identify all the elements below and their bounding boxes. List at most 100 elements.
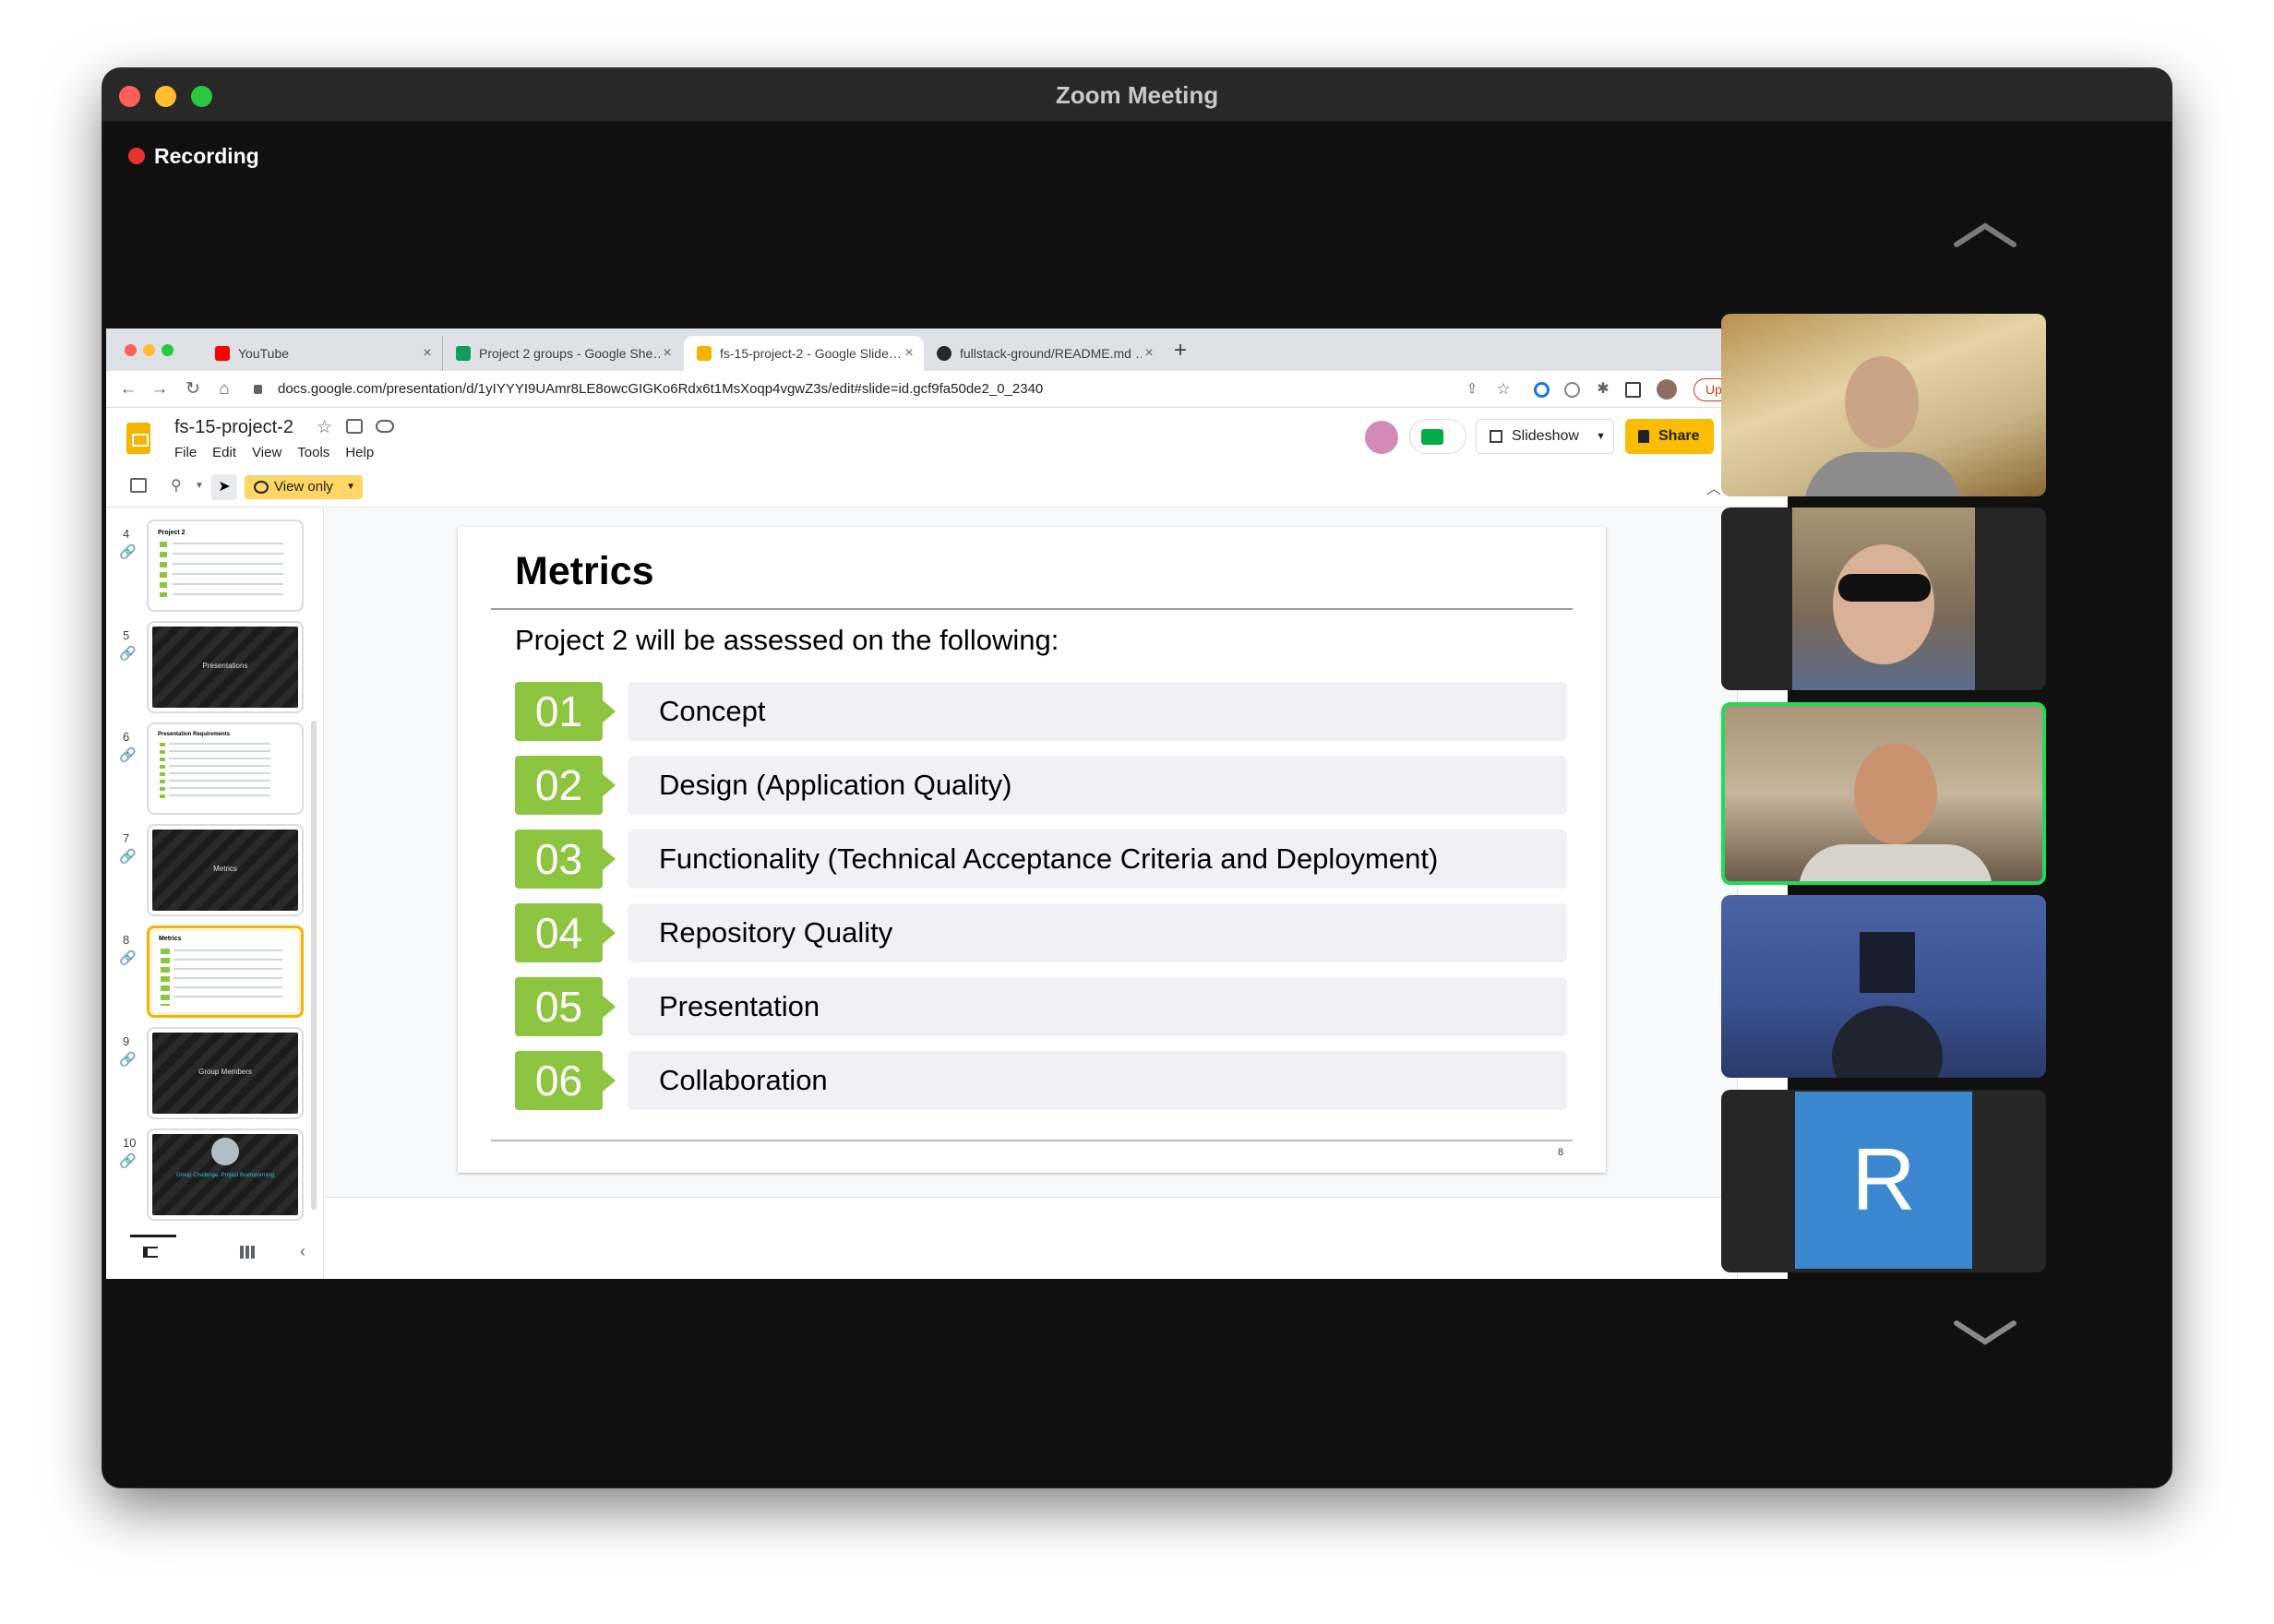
thumb-title: Group Members xyxy=(198,1068,252,1076)
tab-label: fs-15-project-2 - Google Slide… xyxy=(720,346,902,361)
metric-number: 02 xyxy=(515,756,616,815)
doc-title[interactable]: fs-15-project-2 xyxy=(174,417,293,438)
browser-maximize-icon[interactable] xyxy=(162,344,174,356)
browser-minimize-icon[interactable] xyxy=(143,344,155,356)
select-cursor-icon[interactable]: ➤ xyxy=(211,474,237,500)
participant-avatar-tile[interactable]: R xyxy=(1721,1090,2046,1272)
share-button[interactable]: Share xyxy=(1625,419,1714,454)
menu-help[interactable]: Help xyxy=(345,445,374,460)
tab-sheets[interactable]: Project 2 groups - Google She… × xyxy=(442,336,682,371)
thumb-content: Presentation Requirements xyxy=(152,728,298,809)
slideshow-icon xyxy=(1490,430,1502,443)
thumb-title: Metrics xyxy=(213,865,237,873)
slide-thumb-9[interactable]: Group Members xyxy=(147,1027,304,1119)
chevron-down-icon[interactable]: ▼ xyxy=(195,481,204,491)
slide-page-number: 8 xyxy=(1558,1147,1564,1158)
slide-number: 4 xyxy=(123,527,130,541)
menu-edit[interactable]: Edit xyxy=(212,445,236,460)
github-icon xyxy=(937,346,951,361)
thumb-title: Metrics xyxy=(159,936,182,942)
chevron-down-icon: ▼ xyxy=(346,482,355,492)
participant-video-tile-active-speaker[interactable] xyxy=(1721,702,2046,885)
metric-label: Functionality (Technical Acceptance Crit… xyxy=(628,830,1567,889)
scroll-down-chevron-icon[interactable] xyxy=(1953,1320,2017,1347)
move-icon[interactable] xyxy=(346,419,363,434)
tab-close-icon[interactable]: × xyxy=(660,345,675,362)
thumb-content: Metrics xyxy=(152,830,298,911)
menu-file[interactable]: File xyxy=(174,445,197,460)
slide-thumb-10[interactable]: Group Challenge: Project Brainstorming xyxy=(147,1128,304,1221)
slideshow-button[interactable]: Slideshow ▼ xyxy=(1476,419,1614,454)
tab-label: YouTube xyxy=(238,346,290,361)
puzzle-icon[interactable]: ✱ xyxy=(1590,376,1616,402)
menu-tools[interactable]: Tools xyxy=(297,445,329,460)
link-icon: 🔗 xyxy=(119,1052,137,1068)
filmstrip-view-icon[interactable] xyxy=(143,1247,158,1258)
tab-github[interactable]: fullstack-ground/README.md … × xyxy=(924,336,1164,371)
window-title: Zoom Meeting xyxy=(1055,81,1219,109)
profile-avatar[interactable] xyxy=(1657,379,1677,400)
thumb-bullets xyxy=(161,949,170,1006)
collapse-chevron-icon[interactable]: ︿ xyxy=(1706,476,1721,498)
participant-face xyxy=(1854,743,1937,844)
home-icon[interactable]: ⌂ xyxy=(211,376,237,402)
thumb-title: Project 2 xyxy=(158,530,186,536)
extension-icon[interactable] xyxy=(1564,382,1580,398)
participant-head xyxy=(1832,1006,1943,1078)
new-tab-icon[interactable]: + xyxy=(1167,338,1193,364)
tab-close-icon[interactable]: × xyxy=(1142,345,1156,362)
filmstrip-scrollbar[interactable] xyxy=(311,721,317,1210)
address-bar: ← → ↻ ⌂ docs.google.com/presentation/d/1… xyxy=(106,371,1788,408)
grid-view-icon[interactable] xyxy=(240,1246,255,1259)
tab-slides-active[interactable]: fs-15-project-2 - Google Slide… × xyxy=(684,336,924,371)
meet-button[interactable] xyxy=(1409,419,1466,454)
slide-thumb-6[interactable]: Presentation Requirements xyxy=(147,722,304,815)
slide-thumb-8-selected[interactable]: Metrics xyxy=(147,925,304,1018)
forward-icon[interactable]: → xyxy=(147,376,173,402)
slide-thumb-7[interactable]: Metrics xyxy=(147,824,304,916)
slides-logo-icon[interactable] xyxy=(126,423,150,454)
collapse-panel-icon[interactable]: ‹ xyxy=(300,1242,305,1261)
url-input[interactable]: docs.google.com/presentation/d/1yIYYYI9U… xyxy=(278,376,1459,402)
slide-canvas[interactable]: Metrics Project 2 will be assessed on th… xyxy=(458,527,1606,1173)
share-page-icon[interactable]: ⇪ xyxy=(1459,376,1485,402)
participant-video-tile[interactable] xyxy=(1721,895,2046,1078)
zoom-icon[interactable]: ⚲ xyxy=(171,476,182,495)
star-icon[interactable]: ☆ xyxy=(317,417,332,438)
slide-title: Metrics xyxy=(515,549,654,593)
metric-label: Presentation xyxy=(628,977,1567,1036)
metric-number: 01 xyxy=(515,682,616,741)
tab-close-icon[interactable]: × xyxy=(420,345,435,362)
metric-row: 02 Design (Application Quality) xyxy=(515,756,1567,815)
link-icon: 🔗 xyxy=(119,747,137,763)
slide-thumb-4[interactable]: Project 2 xyxy=(147,519,304,612)
eye-icon xyxy=(254,481,269,494)
tab-close-icon[interactable]: × xyxy=(902,345,916,362)
collaborator-avatar[interactable] xyxy=(1365,421,1398,454)
browser-close-icon[interactable] xyxy=(125,344,137,356)
thumb-content: Metrics xyxy=(153,932,297,1011)
chevron-down-icon[interactable]: ▼ xyxy=(1596,420,1606,453)
view-only-button[interactable]: View only ▼ xyxy=(245,475,363,499)
back-icon[interactable]: ← xyxy=(115,376,141,402)
reload-icon[interactable]: ↻ xyxy=(180,376,206,402)
slide-subtitle: Project 2 will be assessed on the follow… xyxy=(515,624,1059,656)
metric-number: 03 xyxy=(515,830,616,889)
sidebar-icon[interactable] xyxy=(1625,382,1641,398)
thumb-title: Presentations xyxy=(202,662,248,670)
extension-icon[interactable] xyxy=(1534,382,1550,398)
sunglasses xyxy=(1838,574,1931,602)
slide-number: 8 xyxy=(123,933,130,947)
participant-video-tile[interactable] xyxy=(1721,508,2046,690)
participant-video-tile[interactable] xyxy=(1721,314,2046,496)
menu-view[interactable]: View xyxy=(252,445,281,460)
thumb-bullets xyxy=(160,743,165,802)
speaker-notes-area[interactable] xyxy=(325,1198,1737,1279)
tab-label: Project 2 groups - Google She… xyxy=(479,346,660,361)
print-icon[interactable] xyxy=(130,478,147,493)
slide-thumb-5[interactable]: Presentations xyxy=(147,621,304,713)
lock-icon xyxy=(254,385,262,394)
scroll-up-chevron-icon[interactable] xyxy=(1953,221,2017,248)
bookmark-star-icon[interactable]: ☆ xyxy=(1490,376,1516,402)
tab-youtube[interactable]: YouTube × xyxy=(202,336,442,371)
